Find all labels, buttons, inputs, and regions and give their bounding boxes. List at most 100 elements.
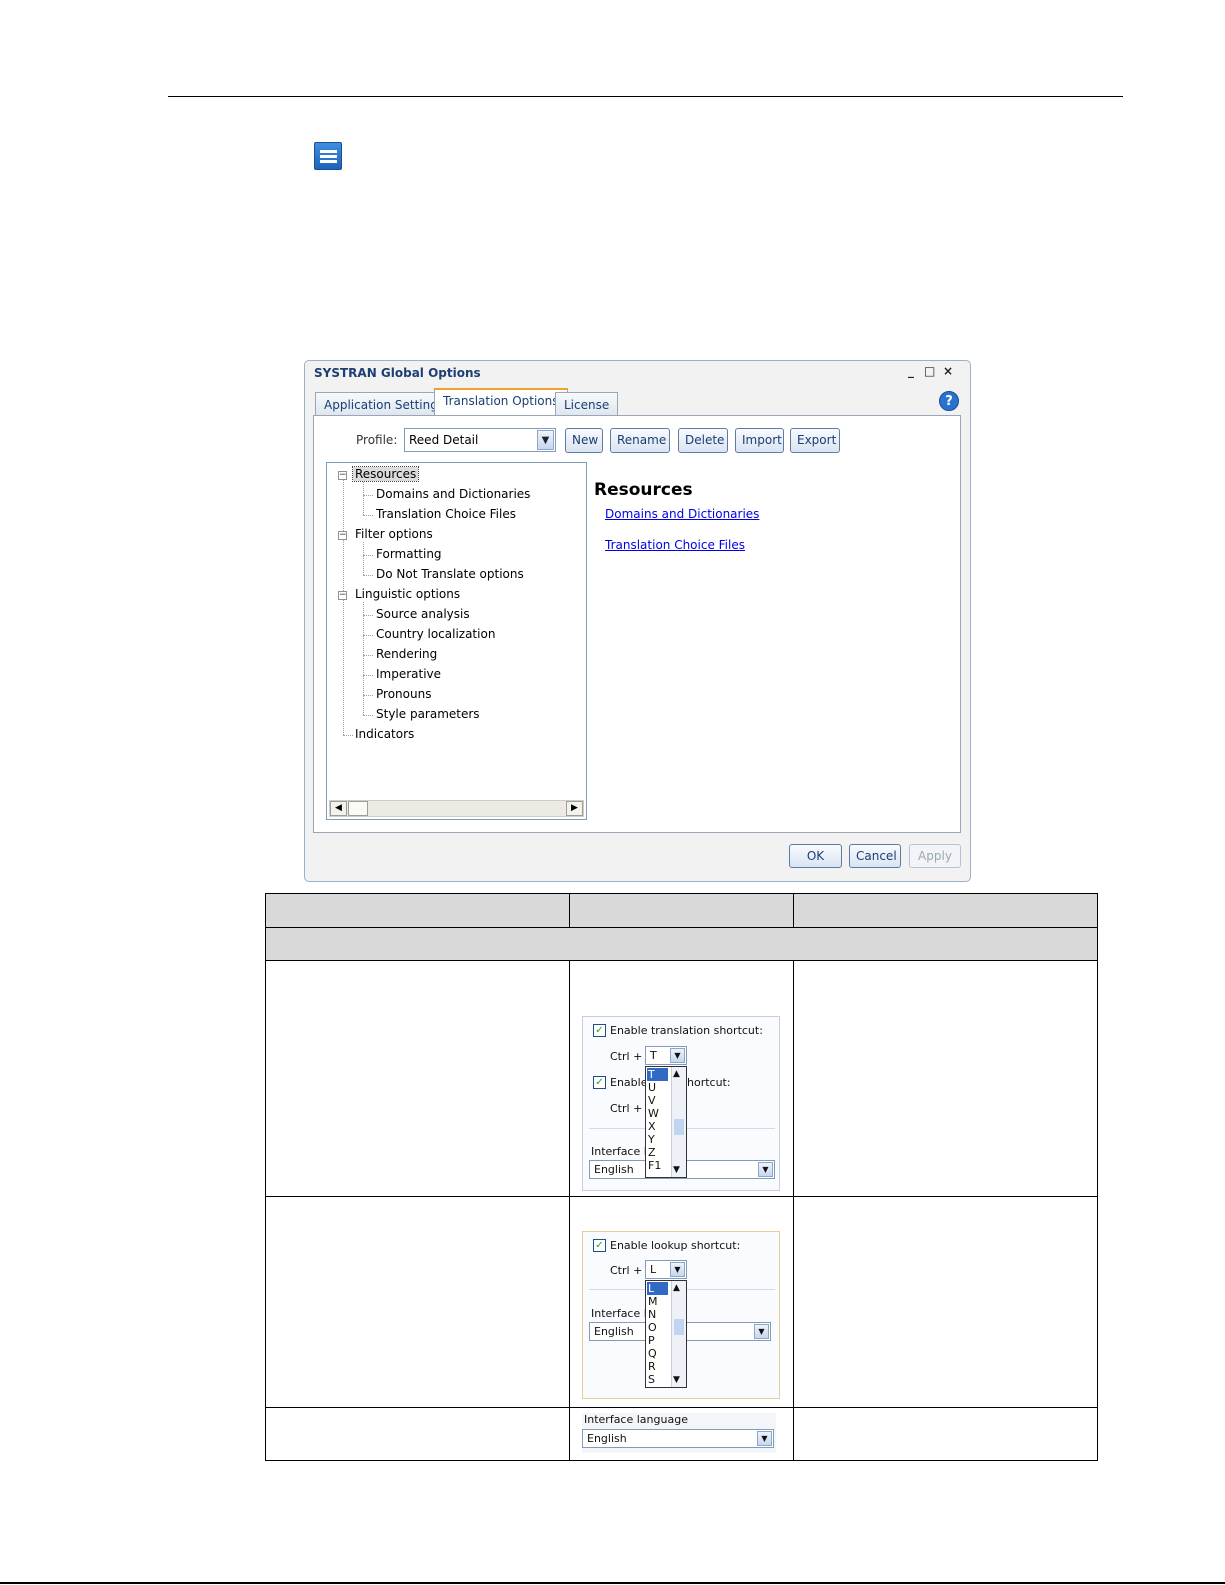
tree-item-style-parameters[interactable]: Style parameters — [376, 707, 480, 721]
new-profile-button[interactable]: New — [565, 428, 603, 453]
tree-item-translation-choice-files[interactable]: Translation Choice Files — [376, 507, 516, 521]
tab-translation-options[interactable]: Translation Options — [434, 388, 568, 415]
lookup-key-select[interactable]: L ▼ — [645, 1260, 687, 1279]
import-profile-button[interactable]: Import — [735, 428, 784, 453]
interface-language-value: English — [594, 1163, 634, 1176]
profile-select[interactable]: Reed Detail ▼ — [404, 428, 556, 452]
key-dropdown-list[interactable]: T U V W X Y Z F1 ▲ ▼ — [645, 1066, 687, 1178]
rename-profile-button[interactable]: Rename — [610, 428, 670, 453]
options-table: ✓ Enable translation shortcut: Ctrl + T … — [265, 893, 1098, 1461]
tree-item-formatting[interactable]: Formatting — [376, 547, 442, 561]
translation-shortcut-snapshot: ✓ Enable translation shortcut: Ctrl + T … — [582, 1016, 780, 1191]
list-item[interactable]: W — [648, 1107, 659, 1120]
menu-icon — [314, 142, 342, 170]
list-item[interactable]: T — [647, 1068, 668, 1081]
systran-options-dialog: SYSTRAN Global Options _ □ × Application… — [304, 360, 971, 882]
collapse-linguistic-options-icon[interactable]: − — [338, 591, 347, 600]
translation-key-select[interactable]: T ▼ — [645, 1046, 687, 1065]
scroll-right-icon[interactable]: ▶ — [566, 801, 583, 816]
link-translation-choice-files[interactable]: Translation Choice Files — [605, 538, 745, 552]
options-tree[interactable]: − − − Resources Domains and Dictionaries… — [326, 462, 587, 820]
interface-language-select[interactable]: English ▼ — [582, 1429, 774, 1448]
interface-language-value: English — [587, 1432, 627, 1445]
enable-translation-shortcut-label: Enable translation shortcut: — [610, 1024, 763, 1037]
list-item[interactable]: U — [648, 1081, 656, 1094]
list-item[interactable]: M — [648, 1295, 658, 1308]
apply-button[interactable]: Apply — [909, 844, 961, 868]
profile-label: Profile: — [356, 433, 398, 447]
scroll-thumb[interactable] — [348, 801, 368, 816]
list-item[interactable]: V — [648, 1094, 656, 1107]
key-dropdown-list[interactable]: L M N O P Q R S ▲ ▼ — [645, 1280, 687, 1388]
scroll-thumb[interactable] — [674, 1319, 684, 1335]
collapse-filter-options-icon[interactable]: − — [338, 531, 347, 540]
tree-item-imperative[interactable]: Imperative — [376, 667, 441, 681]
chevron-down-icon[interactable]: ▼ — [673, 1375, 680, 1385]
tree-item-country-localization[interactable]: Country localization — [376, 627, 495, 641]
tree-item-filter-options[interactable]: Filter options — [355, 527, 433, 541]
list-item[interactable]: Q — [648, 1347, 657, 1360]
ctrl-label: Ctrl + — [610, 1102, 643, 1115]
scroll-left-icon[interactable]: ◀ — [330, 801, 347, 816]
chevron-down-icon[interactable]: ▼ — [757, 1431, 772, 1446]
checkbox-icon[interactable]: ✓ — [593, 1024, 606, 1037]
list-item[interactable]: O — [648, 1321, 657, 1334]
dropdown-scrollbar[interactable]: ▲ ▼ — [671, 1281, 686, 1387]
list-item[interactable]: P — [648, 1334, 655, 1347]
chevron-down-icon[interactable]: ▼ — [758, 1162, 773, 1177]
collapse-resources-icon[interactable]: − — [338, 471, 347, 480]
chevron-up-icon[interactable]: ▲ — [673, 1069, 680, 1079]
cancel-button[interactable]: Cancel — [849, 844, 901, 868]
header-rule — [168, 96, 1123, 97]
chevron-down-icon[interactable]: ▼ — [670, 1048, 685, 1063]
chevron-down-icon[interactable]: ▼ — [673, 1165, 680, 1175]
checkbox-icon[interactable]: ✓ — [593, 1239, 606, 1252]
tree-item-indicators[interactable]: Indicators — [355, 727, 414, 741]
tree-item-rendering[interactable]: Rendering — [376, 647, 437, 661]
table-section-row — [265, 928, 1098, 961]
list-item[interactable]: S — [648, 1373, 655, 1386]
chevron-down-icon[interactable]: ▼ — [537, 430, 554, 450]
chevron-up-icon[interactable]: ▲ — [673, 1283, 680, 1293]
minimize-icon[interactable]: _ — [908, 364, 914, 378]
checkbox-icon[interactable]: ✓ — [593, 1076, 606, 1089]
dropdown-scrollbar[interactable]: ▲ ▼ — [671, 1067, 686, 1177]
tab-license[interactable]: License — [555, 392, 619, 415]
chevron-down-icon[interactable]: ▼ — [670, 1262, 685, 1277]
list-item[interactable]: X — [648, 1120, 656, 1133]
translation-options-panel: Profile: Reed Detail ▼ New Rename Delete… — [313, 415, 961, 833]
tree-item-domains-dictionaries[interactable]: Domains and Dictionaries — [376, 487, 530, 501]
dialog-title: SYSTRAN Global Options — [314, 366, 481, 380]
list-item[interactable]: F1 — [648, 1159, 661, 1172]
chevron-down-icon[interactable]: ▼ — [754, 1324, 769, 1339]
interface-language-snapshot: Interface language English ▼ — [582, 1413, 776, 1453]
scroll-thumb[interactable] — [674, 1119, 684, 1135]
export-profile-button[interactable]: Export — [790, 428, 840, 453]
maximize-icon[interactable]: □ — [924, 364, 935, 378]
list-item[interactable]: L — [647, 1282, 668, 1295]
ok-button[interactable]: OK — [789, 844, 842, 868]
link-domains-dictionaries[interactable]: Domains and Dictionaries — [605, 507, 759, 521]
tree-item-source-analysis[interactable]: Source analysis — [376, 607, 470, 621]
interface-language-label: Interface language — [584, 1413, 688, 1426]
help-icon[interactable]: ? — [939, 391, 959, 411]
enable-shortcut-label-a: Enable — [610, 1076, 648, 1089]
close-icon[interactable]: × — [943, 364, 953, 378]
tree-item-do-not-translate[interactable]: Do Not Translate options — [376, 567, 524, 581]
tree-item-resources[interactable]: Resources — [351, 466, 420, 482]
tree-horizontal-scrollbar[interactable]: ◀ ▶ — [329, 800, 584, 817]
profile-value: Reed Detail — [409, 433, 479, 447]
list-item[interactable]: R — [648, 1360, 656, 1373]
tree-item-linguistic-options[interactable]: Linguistic options — [355, 587, 460, 601]
delete-profile-button[interactable]: Delete — [678, 428, 728, 453]
list-item[interactable]: Y — [648, 1133, 655, 1146]
footer-rule — [0, 1582, 1225, 1584]
content-heading: Resources — [594, 480, 693, 500]
tab-application-settings[interactable]: Application Settings — [315, 392, 454, 415]
tree-item-pronouns[interactable]: Pronouns — [376, 687, 431, 701]
list-item[interactable]: N — [648, 1308, 656, 1321]
list-item[interactable]: Z — [648, 1146, 656, 1159]
interface-language-value: English — [594, 1325, 634, 1338]
lookup-key-value: L — [650, 1263, 657, 1276]
lookup-shortcut-snapshot: ✓ Enable lookup shortcut: Ctrl + L ▼ Int… — [582, 1231, 780, 1399]
